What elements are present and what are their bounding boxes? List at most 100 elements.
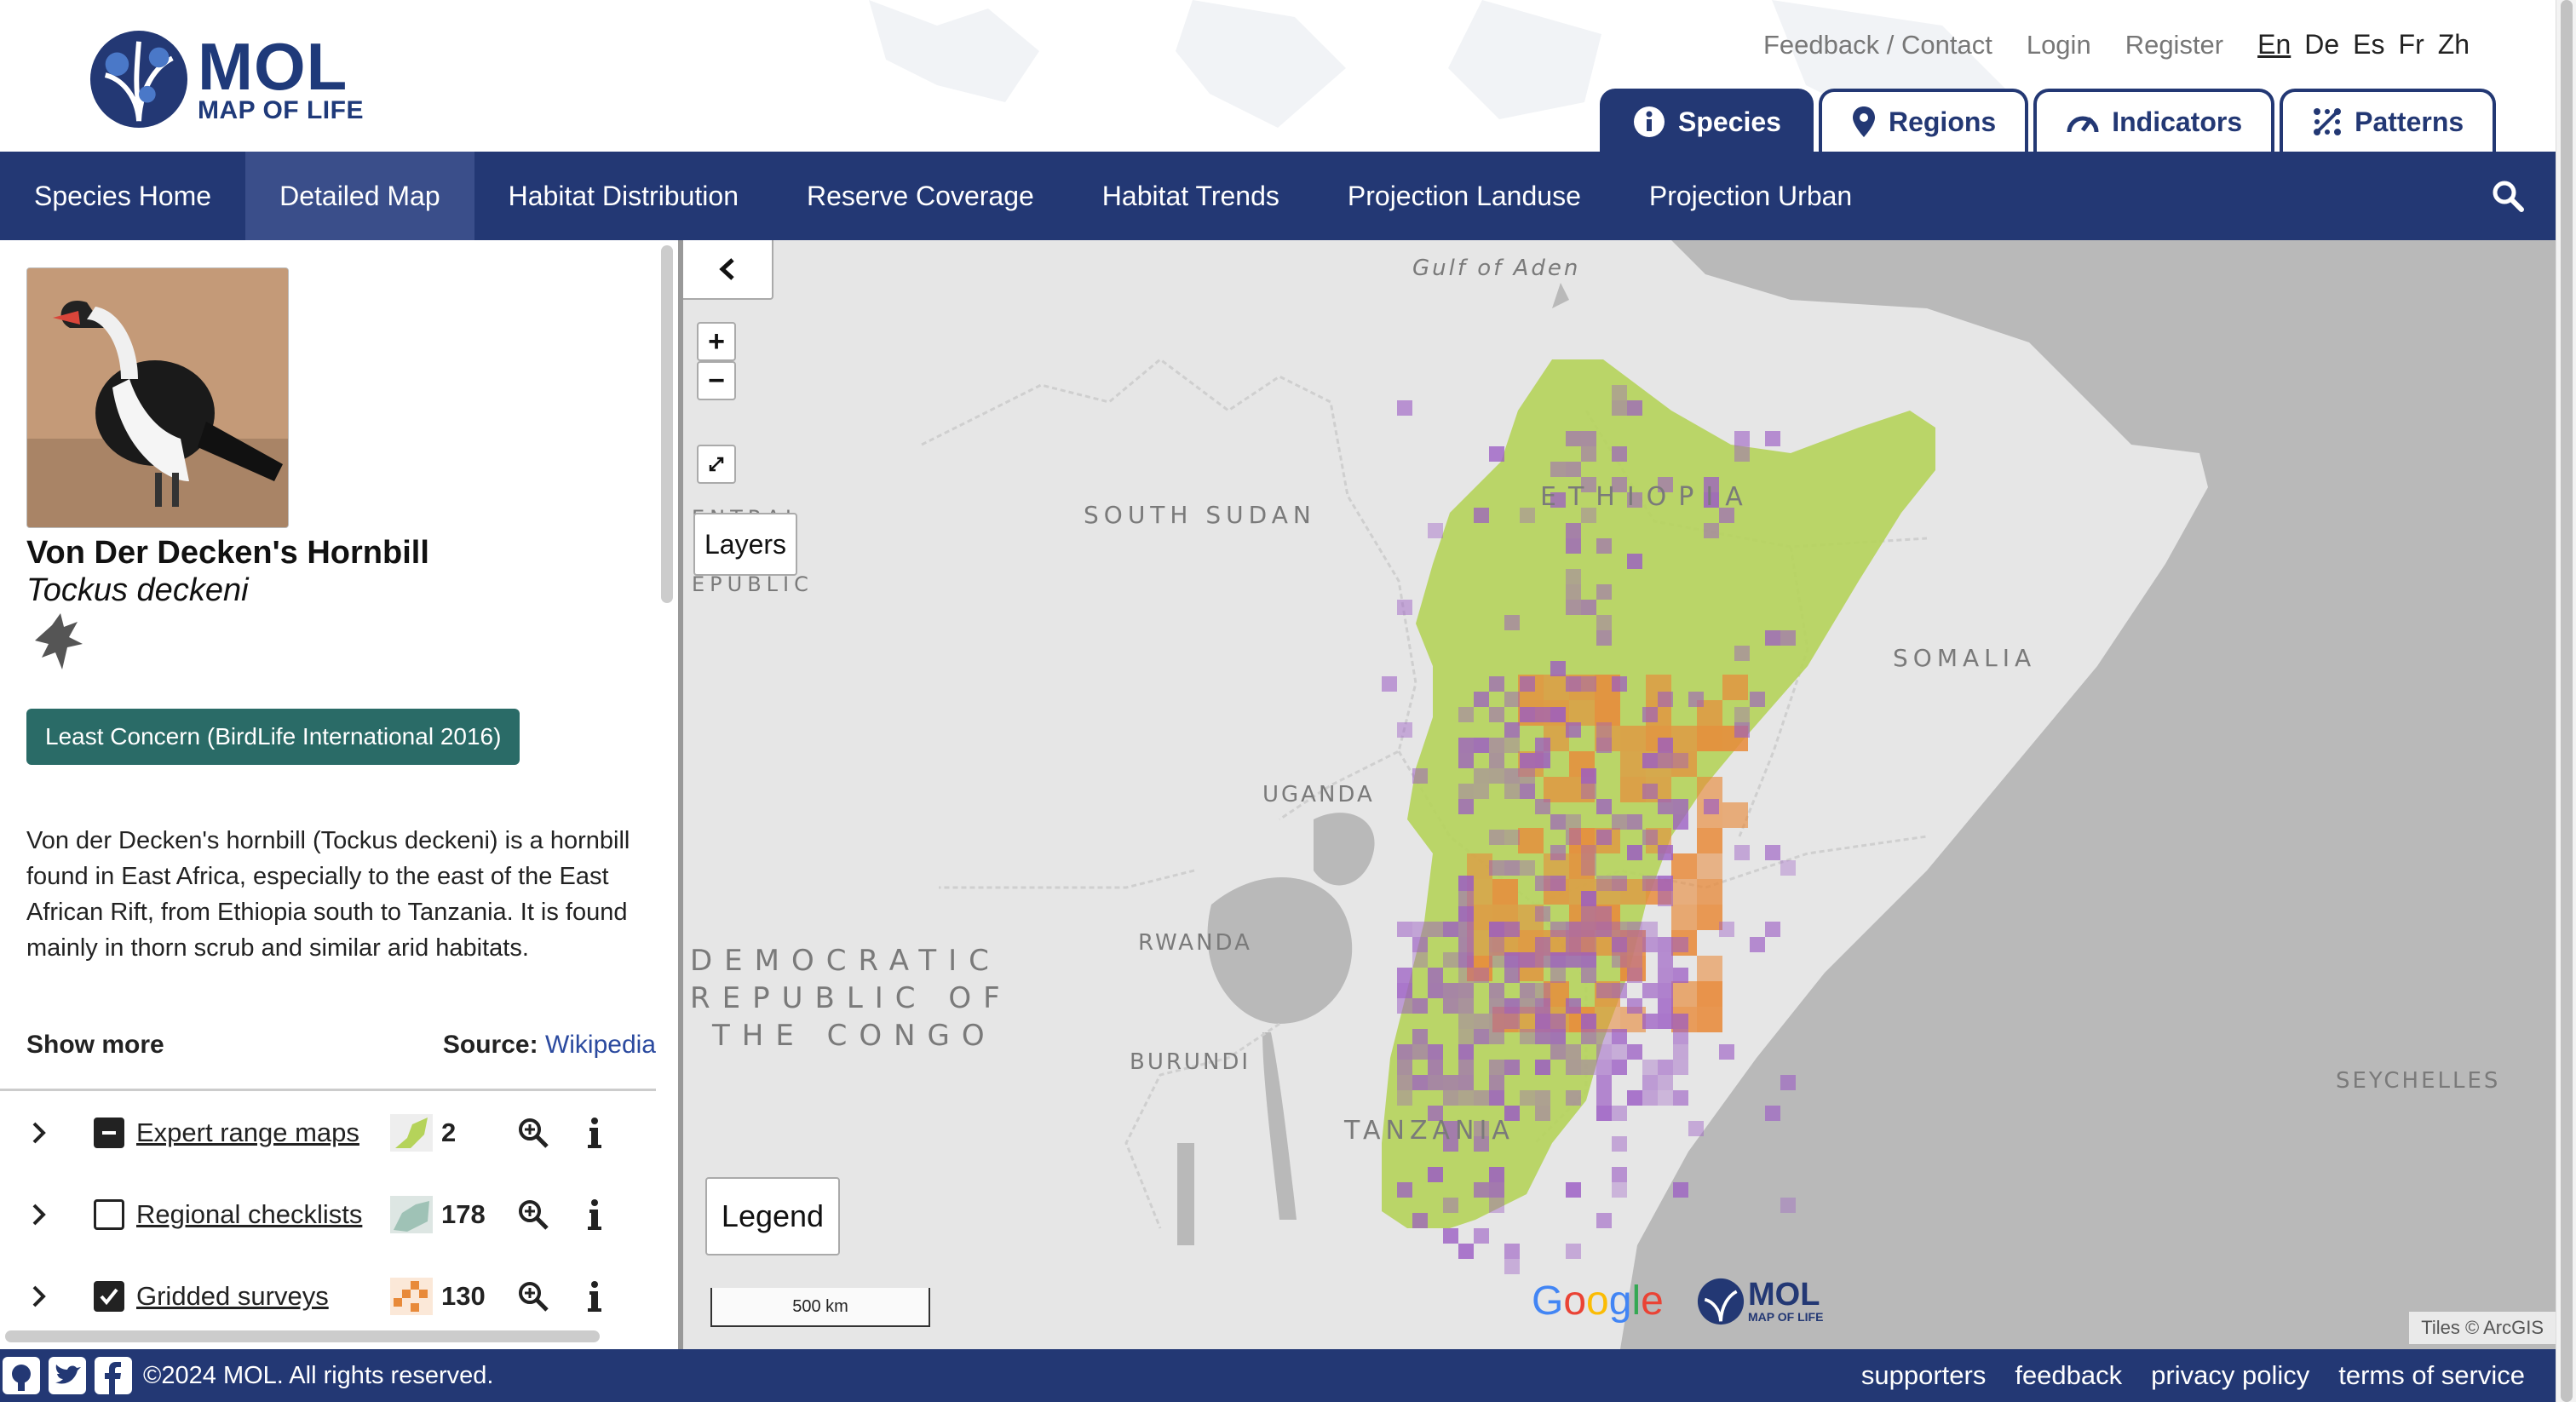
lang-es[interactable]: Es [2353,29,2384,60]
checklist-thumbnail-icon [390,1196,433,1233]
survey-cell [1658,983,1673,998]
legend-button[interactable]: Legend [705,1177,840,1255]
nav-habitat-trends[interactable]: Habitat Trends [1068,152,1314,240]
fullscreen-button[interactable] [697,445,736,484]
survey-cell [1474,1228,1489,1244]
nav-reserve-coverage[interactable]: Reserve Coverage [773,152,1068,240]
survey-cell [1428,968,1443,983]
checklist-cell [1697,726,1722,751]
lang-en[interactable]: En [2257,29,2291,60]
layer-info-icon[interactable] [584,1279,605,1313]
survey-cell [1719,922,1734,937]
nav-detailed-map[interactable]: Detailed Map [245,152,474,240]
conservation-status-badge[interactable]: Least Concern (BirdLife International 20… [26,709,520,765]
tab-label: Regions [1888,106,1997,137]
footer-link-feedback[interactable]: feedback [2015,1360,2122,1391]
sidebar-horizontal-scrollbar[interactable] [5,1330,600,1342]
survey-cell [1550,968,1566,983]
survey-cell [1489,952,1504,968]
lang-de[interactable]: De [2304,29,2339,60]
layer-count: 130 [441,1281,486,1311]
survey-cell [1596,1075,1612,1090]
survey-cell [1581,784,1596,799]
survey-cell [1504,784,1520,799]
login-link[interactable]: Login [2027,30,2091,60]
layer-info-icon[interactable] [584,1116,605,1150]
chevron-right-icon[interactable] [31,1284,48,1309]
register-link[interactable]: Register [2125,30,2223,60]
survey-cell [1489,998,1504,1014]
species-photo [26,267,289,528]
copyright-text: ©2024 MOL. All rights reserved. [143,1361,494,1389]
survey-cell [1489,753,1504,768]
mol-logo[interactable]: MOL MAP OF LIFE [89,29,364,129]
map-pin-icon [1852,106,1875,137]
collapse-sidebar-button[interactable] [683,240,773,300]
description-source: Source: Wikipedia [443,1031,656,1060]
sidebar-vertical-scrollbar[interactable] [661,245,673,603]
survey-cell [1765,431,1780,446]
survey-cell [1612,1029,1627,1044]
page-scrollbar-thumb[interactable] [2561,0,2573,1402]
nav-habitat-distribution[interactable]: Habitat Distribution [474,152,773,240]
source-link[interactable]: Wikipedia [545,1031,656,1059]
nav-projection-urban[interactable]: Projection Urban [1615,152,1886,240]
survey-cell [1658,692,1673,707]
lang-zh[interactable]: Zh [2438,29,2470,60]
survey-cell [1489,1182,1504,1198]
layer-checkbox[interactable] [94,1118,124,1148]
page-scrollbar[interactable] [2556,0,2576,1402]
tab-species[interactable]: Species [1600,89,1814,152]
zoom-out-button[interactable]: − [697,361,736,400]
layer-name[interactable]: Expert range maps [136,1118,359,1148]
survey-cell [1489,1198,1504,1213]
zoom-to-layer-icon[interactable] [516,1116,550,1150]
tab-regions[interactable]: Regions [1818,89,2029,152]
show-more-button[interactable]: Show more [26,1031,164,1060]
survey-cell [1612,1106,1627,1121]
survey-cell [1688,692,1704,707]
feedback-link[interactable]: Feedback / Contact [1763,30,1992,60]
layer-checkbox[interactable] [94,1199,124,1230]
search-icon[interactable] [2491,179,2525,213]
facebook-icon[interactable] [92,1354,135,1397]
layers-button[interactable]: Layers [693,513,797,576]
survey-cell [1504,615,1520,630]
checklist-cell [1697,905,1722,930]
survey-cell [1550,876,1566,891]
survey-cell [1596,584,1612,600]
layer-name[interactable]: Gridded surveys [136,1281,329,1312]
nav-projection-landuse[interactable]: Projection Landuse [1314,152,1615,240]
survey-cell [1658,968,1673,983]
species-map[interactable]: Gulf of Aden SOUTH SUDAN ETHIOPIA SOMALI… [683,240,2556,1349]
layer-name[interactable]: Regional checklists [136,1199,362,1230]
watermark-title: MOL [1748,1277,1820,1313]
survey-cell [1581,431,1596,446]
checklist-cell [1671,981,1697,1007]
zoom-in-button[interactable]: + [697,322,736,361]
info-icon [1634,106,1665,137]
survey-cell [1612,1167,1627,1182]
zoom-to-layer-icon[interactable] [516,1279,550,1313]
survey-cell [1612,446,1627,462]
chevron-right-icon[interactable] [31,1202,48,1227]
survey-cell [1566,830,1581,845]
chevron-right-icon[interactable] [31,1120,48,1146]
twitter-icon[interactable] [46,1354,89,1397]
layer-info-icon[interactable] [584,1198,605,1232]
nav-species-home[interactable]: Species Home [0,152,245,240]
footer-link-privacy[interactable]: privacy policy [2151,1360,2309,1391]
footer-link-supporters[interactable]: supporters [1861,1360,1986,1391]
layer-checkbox[interactable] [94,1281,124,1312]
tab-indicators[interactable]: Indicators [2033,89,2275,152]
survey-cell [1658,1060,1673,1075]
github-icon[interactable] [0,1354,43,1397]
survey-cell [1504,1259,1520,1274]
map-label-car-line2: EPUBLIC [692,572,814,596]
zoom-to-layer-icon[interactable] [516,1198,550,1232]
survey-cell [1673,1090,1688,1106]
lang-fr[interactable]: Fr [2399,29,2424,60]
species-description: Von der Decken's hornbill (Tockus decken… [26,827,630,962]
tab-patterns[interactable]: Patterns [2280,89,2497,152]
footer-link-terms[interactable]: terms of service [2338,1360,2525,1391]
